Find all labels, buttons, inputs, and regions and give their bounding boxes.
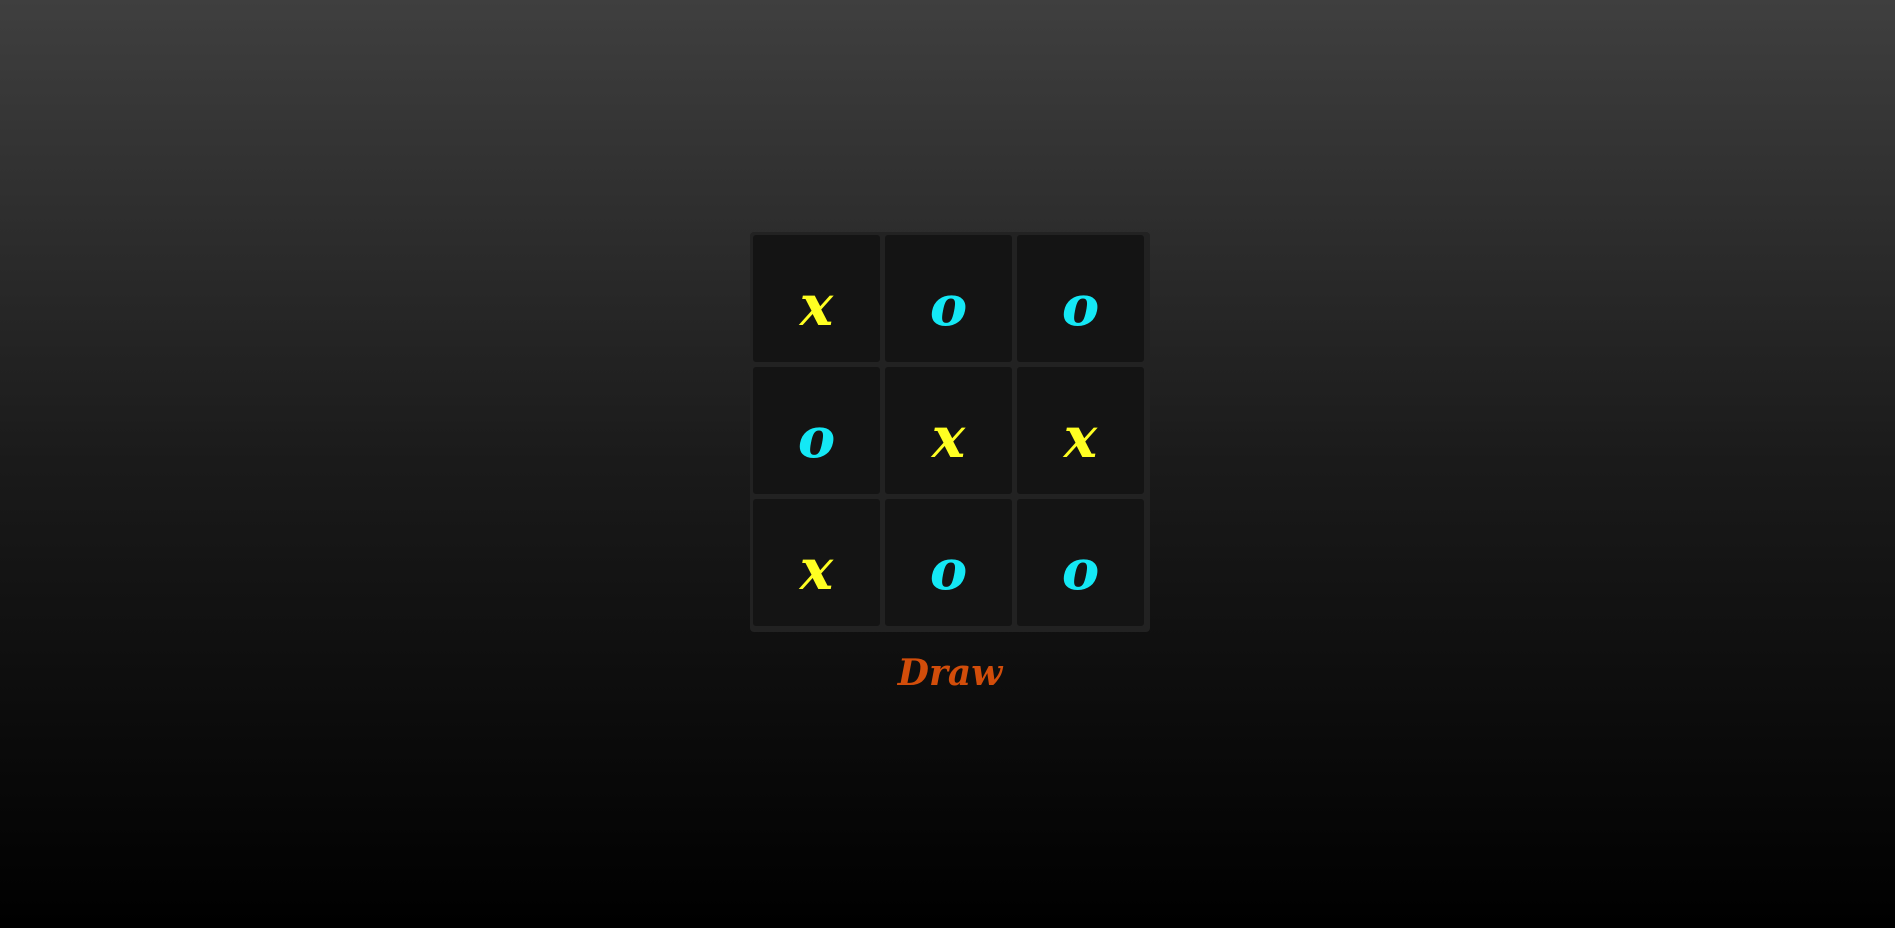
board-cell-3[interactable]: o (1017, 235, 1144, 362)
cell-mark: o (929, 272, 968, 339)
game-status: Draw (897, 652, 1003, 694)
cell-mark: x (1063, 404, 1098, 471)
cell-mark: o (929, 536, 968, 603)
board-cell-1[interactable]: x (753, 235, 880, 362)
game-board: x o o o x x x o o (750, 232, 1150, 632)
board-cell-7[interactable]: x (753, 499, 880, 626)
cell-mark: o (1061, 536, 1100, 603)
board-cell-9[interactable]: o (1017, 499, 1144, 626)
board-cell-4[interactable]: o (753, 367, 880, 494)
board-cell-8[interactable]: o (885, 499, 1012, 626)
cell-mark: o (1061, 272, 1100, 339)
board-cell-2[interactable]: o (885, 235, 1012, 362)
cell-mark: o (797, 404, 836, 471)
board-cell-5[interactable]: x (885, 367, 1012, 494)
cell-mark: x (799, 272, 834, 339)
cell-mark: x (799, 536, 834, 603)
cell-mark: x (931, 404, 966, 471)
board-cell-6[interactable]: x (1017, 367, 1144, 494)
